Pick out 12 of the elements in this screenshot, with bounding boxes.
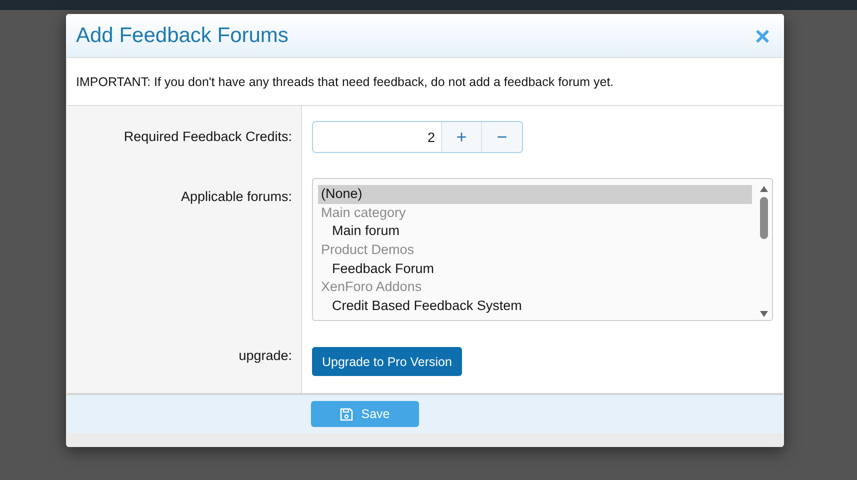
- notice-text: IMPORTANT: If you don't have any threads that need feedback, do not add a feedback forum yet.: [67, 57, 783, 106]
- field-label: upgrade:: [238, 348, 292, 365]
- scrollbar-thumb[interactable]: [760, 197, 768, 239]
- number-input[interactable]: 2: [313, 122, 442, 152]
- list-option[interactable]: (None): [318, 185, 752, 204]
- upgrade-button[interactable]: Upgrade to Pro Version: [312, 347, 462, 376]
- scroll-down-icon[interactable]: [759, 310, 769, 318]
- field-label: Applicable forums:: [180, 189, 292, 206]
- field-label: Required Feedback Credits:: [124, 129, 292, 146]
- scroll-up-icon[interactable]: [759, 185, 769, 193]
- number-spinner[interactable]: 2 + −: [312, 121, 523, 153]
- dialog-title: Add Feedback Forums: [76, 24, 288, 48]
